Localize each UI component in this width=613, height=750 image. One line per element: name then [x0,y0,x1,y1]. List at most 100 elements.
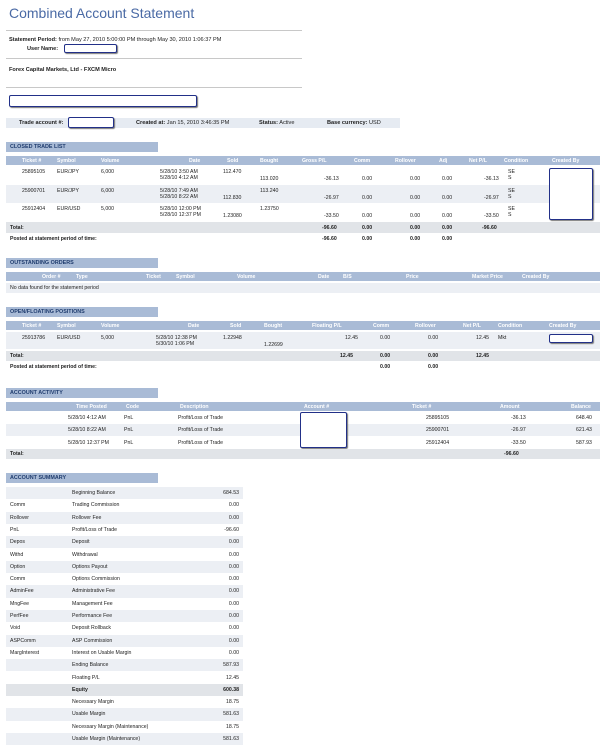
summary-code: Void [10,625,21,632]
account-info-bar: Trade account #: Created at: Jan 15, 201… [6,118,400,128]
summary-row: Usable Margin 581.63 [6,708,243,721]
ticket-number: 25900701 [426,427,450,434]
open-total-row: Total: 12.45 0.00 0.00 12.45 [6,351,600,361]
statement-period-value: from May 27, 2010 5:00:00 PM through May… [58,37,222,43]
summary-code: Comm [10,576,26,583]
volume: 6,000 [101,187,114,194]
summary-row: Beginning Balance 684.53 [6,487,243,500]
summary-row: Floating P/L 12.45 [6,672,243,684]
summary-code: PerfFee [10,613,29,619]
summary-label: Trading Commission [72,502,120,509]
summary-value: 18.75 [226,699,239,706]
summary-value: 12.45 [226,674,239,681]
summary-row: Necessary Margin 18.75 [6,696,243,708]
summary-row: Ending Balance 587.93 [6,659,243,672]
summary-code: MngFee [10,600,30,607]
rollover: 0.00 [410,194,421,201]
summary-label: Management Fee [72,600,113,607]
summary-label: Ending Balance [72,662,109,669]
net-pl: -36.13 [484,176,499,182]
open-posted-row: Posted at statement period of time: 0.00… [10,364,439,370]
closed-total-row: Total: -96.60 0.00 0.00 0.00 -96.60 [6,222,600,233]
ticket-number: 25900701 [22,187,46,194]
summary-code: Comm [10,502,26,509]
summary-row: Depos Deposit 0.00 [6,536,243,549]
summary-value: 684.53 [223,490,239,496]
volume: 6,000 [101,169,114,175]
summary-label: Deposit Rollback [72,625,111,632]
commission: 0.00 [362,176,373,182]
summary-row: PerfFee Performance Fee 0.00 [6,610,243,623]
broker-name: Forex Capital Markets, Ltd - FXCM Micro [9,67,117,73]
commission: 0.00 [362,213,373,219]
summary-code: PnL [10,526,20,533]
base-currency: Base currency: USD [327,120,381,126]
bought-price: 1.23750 [260,206,279,212]
summary-code: Option [10,563,26,570]
redacted-trade-account [68,117,114,128]
close-date: 5/28/10 12:37 PM [160,212,201,218]
summary-label: Necessary Margin (Maintenance) [72,723,149,730]
summary-label: Beginning Balance [72,490,116,496]
summary-row: Withd Withdrawal 0.00 [6,549,243,561]
statement-period-label: Statement Period: [9,37,57,43]
summary-value: 0.00 [228,539,239,546]
symbol: EUR/JPY [57,187,79,194]
rollover: 0.00 [410,213,421,219]
summary-label: ASP Commission [72,637,113,644]
summary-value: 0.00 [228,600,239,607]
balance: 587.93 [576,439,592,446]
summary-value: 581.63 [223,736,239,742]
balance: 621.43 [576,427,592,434]
table-row: 25895105 EUR/JPY 6,000 5/28/10 3:50 AM 5/28/… [6,166,600,184]
summary-row: AdminFee Administrative Fee 0.00 [6,585,243,598]
summary-label: Usable Margin (Maintenance) [72,736,141,742]
summary-value: 0.00 [228,576,239,583]
summary-label: Profit/Loss of Trade [72,526,117,533]
time-posted: 5/28/10 8:22 AM [68,427,106,434]
adjustment: 0.00 [442,176,453,182]
summary-row: Necessary Margin (Maintenance) 18.75 [6,721,243,733]
gross-pl: -36.13 [324,176,339,182]
summary-row: Comm Options Commission 0.00 [6,573,243,585]
summary-label: Withdrawal [72,551,98,558]
status: Status: Active [259,120,295,126]
redacted-account-number [300,412,347,448]
amount: -36.13 [511,415,526,421]
trade-account-label: Trade account #: [19,120,64,126]
summary-code: ASPComm [10,637,36,644]
redacted-created-by [549,334,593,343]
statement-period: Statement Period: from May 27, 2010 5:00… [9,37,221,43]
account-activity-header: ACCOUNT ACTIVITY [6,388,158,398]
activity-total-row: Total: -96.60 [6,449,600,459]
adjustment: 0.00 [442,194,453,201]
ticket-number: 25912404 [22,206,46,212]
user-name-label: User Name: [27,46,59,52]
code: PnL [124,415,134,421]
summary-value: -96.60 [224,526,239,533]
summary-label: Equity [72,686,88,693]
amount: -26.97 [511,427,526,434]
sold-price: 112.470 [223,169,242,175]
close-date: 5/28/10 4:12 AM [160,175,198,181]
bought-price: 113.020 [260,176,279,182]
ticket-number: 25895105 [426,415,450,421]
time-posted: 5/28/10 4:12 AM [68,415,106,421]
gross-pl: -26.97 [324,194,339,201]
summary-label: Floating P/L [72,674,100,681]
ticket-number: 25895105 [22,169,46,175]
table-row: 25912404 EUR/USD 5,000 5/28/10 12:00 PM 5/28… [6,203,600,221]
summary-label: Interest on Usable Margin [72,649,132,656]
summary-value: 0.00 [228,563,239,570]
created-at: Created at: Jan 15, 2010 3:46:35 PM [136,120,230,126]
rollover: 0.00 [410,176,421,182]
divider [6,87,302,88]
closed-trades-table-header: Ticket # Symbol Volume Date Sold Bought … [6,156,600,165]
summary-label: Performance Fee [72,613,113,619]
summary-code: Depos [10,539,25,546]
amount: -33.50 [511,439,526,446]
redacted-account-info [9,95,197,107]
summary-code: Withd [10,551,24,558]
condition: S [508,212,512,218]
closed-posted-row: Posted at statement period of time: -96.… [10,236,453,242]
